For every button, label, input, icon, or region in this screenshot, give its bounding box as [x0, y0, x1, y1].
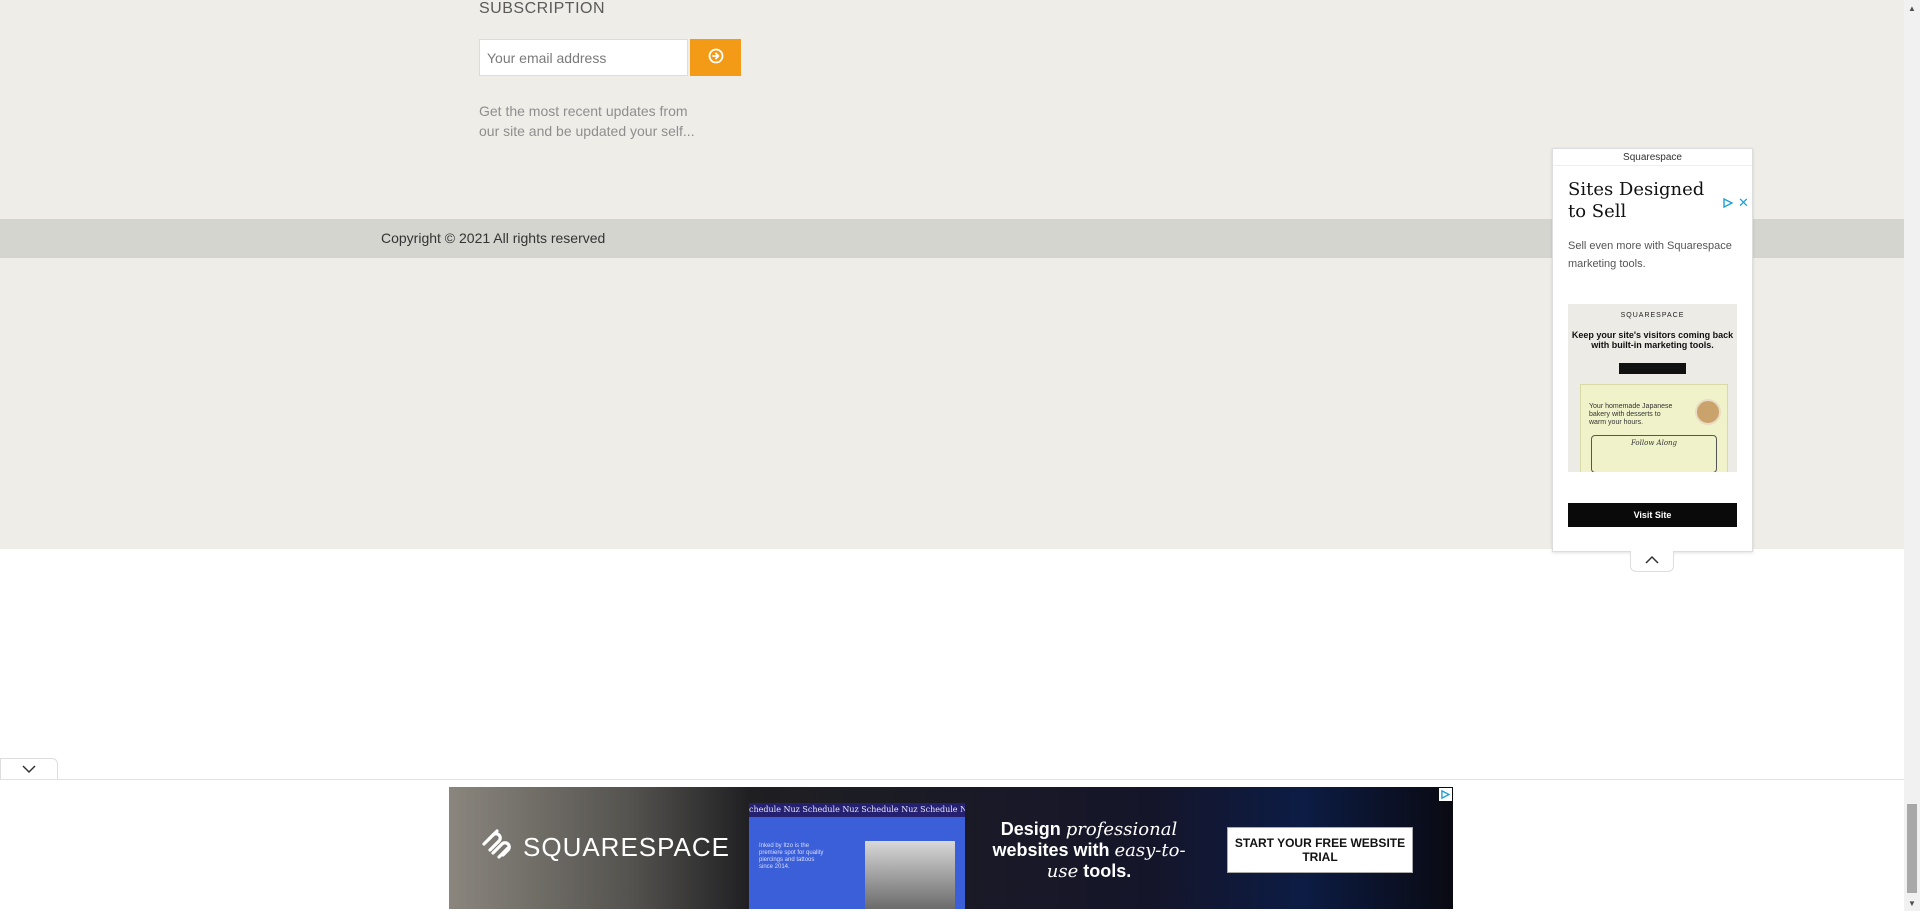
ad-image-mockup-form: Follow Along	[1591, 435, 1717, 472]
visit-site-button[interactable]: Visit Site	[1568, 503, 1737, 527]
ad-choices-icon[interactable]	[1723, 197, 1734, 211]
ad-description[interactable]: Sell even more with Squarespace marketin…	[1568, 237, 1743, 273]
ad-image-mockup-follow: Follow Along	[1630, 439, 1678, 447]
headline-part-3: tools.	[1078, 861, 1132, 881]
ad-image[interactable]: SQUARESPACE Keep your site's visitors co…	[1568, 304, 1737, 472]
ad-image-button-graphic	[1619, 363, 1686, 374]
mockup-nav-bar: chedule Nuz Schedule Nuz Schedule Nuz Sc…	[749, 803, 965, 817]
copyright-text: Copyright © 2021 All rights reserved	[381, 230, 606, 246]
bottom-banner-ad[interactable]: SQUARESPACE chedule Nuz Schedule Nuz Sch…	[449, 787, 1453, 909]
scroll-down-arrow-icon[interactable]: ▼	[1904, 895, 1920, 911]
ad-choices-icon[interactable]	[1439, 788, 1452, 801]
start-trial-button[interactable]: START YOUR FREE WEBSITE TRIAL	[1227, 827, 1413, 873]
headline-part-1: Design	[1000, 819, 1066, 839]
ad-image-headline: Keep your site's visitors coming back wi…	[1571, 330, 1734, 350]
subscription-heading: SUBSCRIPTION	[479, 0, 606, 17]
page: SUBSCRIPTION Get the most recent updates…	[0, 0, 1904, 912]
subscribe-button[interactable]	[690, 39, 741, 76]
scroll-up-arrow-icon[interactable]: ▲	[1904, 0, 1920, 16]
arrow-circle-right-icon	[708, 48, 724, 67]
banner-brand-name: SQUARESPACE	[523, 832, 731, 862]
scrollbar-thumb[interactable]	[1907, 804, 1917, 893]
headline-part-2: websites with	[992, 840, 1115, 860]
ad-image-mockup-text: Your homemade Japanese bakery with desse…	[1589, 403, 1673, 426]
vertical-scrollbar[interactable]: ▲ ▼	[1904, 0, 1920, 911]
ad-image-logo: SQUARESPACE	[1620, 312, 1685, 319]
mockup-portrait-photo	[865, 841, 955, 909]
subscription-description: Get the most recent updates from our sit…	[479, 103, 695, 139]
side-ad[interactable]: Squarespace Sites Designed to Sell ✕ Sel…	[1552, 148, 1753, 552]
ad-title[interactable]: Sites Designed to Sell	[1568, 179, 1728, 223]
banner-website-mockup: chedule Nuz Schedule Nuz Schedule Nuz Sc…	[749, 803, 965, 909]
chevron-up-icon	[1644, 552, 1660, 570]
banner-brand: SQUARESPACE	[479, 829, 730, 866]
banner-headline: Design professional websites with easy-t…	[989, 819, 1189, 882]
dessert-plate-image	[1695, 399, 1721, 425]
side-ad-collapse-tab[interactable]	[1630, 551, 1674, 572]
ad-image-mockup: Your homemade Japanese bakery with desse…	[1580, 384, 1728, 472]
banner-collapse-toggle[interactable]	[0, 758, 58, 781]
chevron-down-icon	[21, 761, 37, 779]
mockup-text: Inked by Itzo is the premiere spot for q…	[759, 843, 824, 870]
page-blank-area	[0, 549, 1904, 779]
squarespace-logo-icon	[479, 829, 513, 866]
close-icon[interactable]: ✕	[1738, 195, 1749, 211]
ad-sponsor[interactable]: Squarespace	[1553, 151, 1752, 166]
headline-italic-1: professional	[1065, 819, 1178, 840]
email-input[interactable]	[479, 39, 688, 76]
